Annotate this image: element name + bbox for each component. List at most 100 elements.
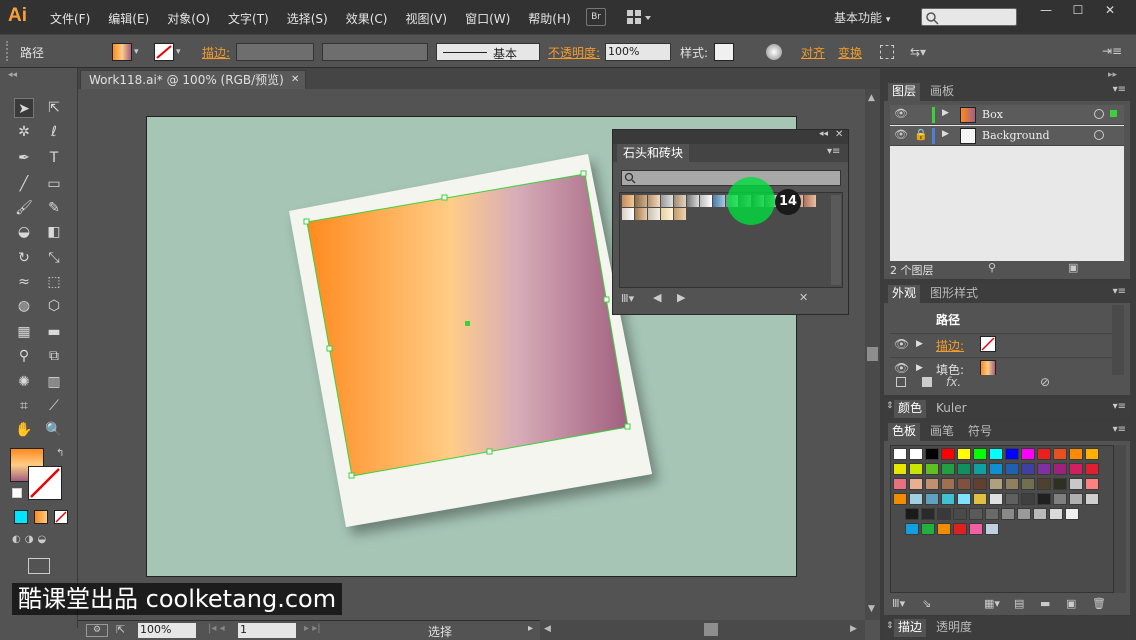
add-fill-icon[interactable] — [922, 377, 932, 387]
lock-icon[interactable]: 🔒 — [914, 128, 928, 141]
swatch-cell[interactable] — [973, 493, 987, 505]
swatch-cell[interactable] — [1085, 463, 1099, 475]
tab-graphic-styles[interactable]: 图形样式 — [926, 285, 982, 303]
panel-options-icon[interactable]: ⇕ — [886, 621, 894, 631]
swatch-cell[interactable] — [1005, 463, 1019, 475]
swatch-grid-scrollbar[interactable] — [831, 195, 841, 285]
swatch-cell[interactable] — [953, 508, 967, 520]
clear-appearance-icon[interactable]: ⊘ — [1040, 375, 1050, 389]
swatch-cell[interactable] — [969, 523, 983, 535]
swatch-cell[interactable] — [989, 448, 1003, 460]
appearance-scrollbar[interactable] — [1112, 305, 1124, 375]
collapse-panel-icon[interactable]: ◂◂ — [819, 129, 828, 139]
swatch-cell[interactable] — [957, 478, 971, 490]
fill-swatch[interactable] — [980, 360, 996, 376]
visibility-eye-icon[interactable]: 👁 — [894, 337, 909, 351]
swatch-cell[interactable] — [973, 478, 987, 490]
status-menu-icon[interactable]: ▸ — [528, 623, 533, 634]
vertical-scroll-thumb[interactable] — [867, 347, 878, 361]
swatch-cell[interactable] — [957, 448, 971, 460]
layer-name[interactable]: Background — [982, 129, 1050, 142]
visibility-eye-icon[interactable]: 👁 — [894, 361, 909, 375]
tab-swatches[interactable]: 色板 — [888, 423, 921, 441]
swatch-library-menu-icon[interactable]: Ⅲ▾ — [892, 597, 905, 610]
swatch-cell[interactable] — [925, 478, 939, 490]
tab-appearance[interactable]: 外观 — [888, 285, 921, 303]
swatch-cell[interactable] — [1037, 463, 1051, 475]
swatch-cell[interactable] — [925, 448, 939, 460]
swatch-cell[interactable] — [1053, 478, 1067, 490]
swatch-cell[interactable] — [989, 493, 1003, 505]
panel-menu-icon[interactable]: ▾≡ — [1113, 84, 1126, 95]
stroke-attribute-label[interactable]: 描边: — [936, 337, 964, 354]
tab-color[interactable]: 颜色 — [894, 400, 927, 418]
expand-arrow-icon[interactable]: ▶ — [942, 129, 949, 139]
swatch-cell[interactable] — [941, 463, 955, 475]
show-kinds-icon[interactable]: ▦▾ — [984, 597, 1000, 610]
appearance-row-stroke[interactable]: 👁 ▶ 描边: — [890, 333, 1112, 355]
swatch-cell[interactable] — [989, 478, 1003, 490]
visibility-eye-icon[interactable]: 👁 — [894, 128, 908, 141]
scroll-up-icon[interactable]: ▲ — [868, 93, 875, 103]
swatch-cell[interactable] — [921, 508, 935, 520]
swatch-cell[interactable] — [905, 508, 919, 520]
swatch-cell[interactable] — [1085, 493, 1099, 505]
add-stroke-icon[interactable] — [896, 377, 906, 387]
new-color-group-icon[interactable]: ▬ — [1040, 597, 1050, 610]
swatch-cell[interactable] — [985, 523, 999, 535]
close-panel-icon[interactable]: ✕ — [835, 129, 843, 140]
tab-transparency[interactable]: 透明度 — [932, 619, 976, 637]
scroll-right-icon[interactable]: ▶ — [850, 624, 857, 634]
swatch-cell[interactable] — [893, 463, 907, 475]
swatch[interactable] — [661, 208, 673, 220]
page-select[interactable]: 1 — [238, 623, 296, 638]
next-library-icon[interactable]: ▶ — [677, 291, 685, 304]
swatch-cell[interactable] — [905, 523, 919, 535]
swatch[interactable] — [661, 195, 673, 207]
swatch-cell[interactable] — [1005, 493, 1019, 505]
swatch-cell[interactable] — [957, 463, 971, 475]
swatch[interactable] — [674, 195, 686, 207]
swatch[interactable] — [700, 195, 712, 207]
swatch-cell[interactable] — [941, 493, 955, 505]
add-effect-icon[interactable]: fx. — [946, 375, 961, 389]
horizontal-scrollbar[interactable]: ◀ ▶ — [540, 620, 865, 640]
swatch-cell[interactable] — [909, 463, 923, 475]
horizontal-scroll-thumb[interactable] — [704, 623, 718, 636]
stroke-swatch[interactable] — [980, 336, 996, 352]
swatch[interactable] — [687, 195, 699, 207]
place-swatch-icon[interactable]: ⇘ — [922, 597, 931, 610]
swatch-cell[interactable] — [1033, 508, 1047, 520]
expand-arrow-icon[interactable]: ▶ — [916, 363, 923, 373]
vertical-scrollbar[interactable]: ▲ ▼ — [865, 89, 880, 620]
panel-menu-icon[interactable]: ▾≡ — [1113, 401, 1126, 412]
panel-options-icon[interactable]: ⇕ — [886, 401, 894, 411]
swatch-cell[interactable] — [909, 493, 923, 505]
swatch-cell[interactable] — [1017, 508, 1031, 520]
swatch-cell[interactable] — [909, 478, 923, 490]
swatch-cell[interactable] — [969, 508, 983, 520]
swatch-cell[interactable] — [1069, 478, 1083, 490]
swatch-cell[interactable] — [893, 478, 907, 490]
swatch-cell[interactable] — [1005, 478, 1019, 490]
swatch-cell[interactable] — [1021, 478, 1035, 490]
unlink-icon[interactable]: ✕ — [799, 291, 808, 304]
swatches-scrollbar[interactable] — [1114, 445, 1126, 593]
swatch-cell[interactable] — [1069, 463, 1083, 475]
expand-arrow-icon[interactable]: ▶ — [916, 339, 923, 349]
swatch-cell[interactable] — [1005, 448, 1019, 460]
swatch[interactable] — [622, 195, 634, 207]
tab-brushes[interactable]: 画笔 — [926, 423, 958, 441]
target-circle-icon[interactable] — [1094, 130, 1104, 140]
library-menu-icon[interactable]: Ⅲ▾ — [621, 292, 634, 305]
swatch-cell[interactable] — [985, 508, 999, 520]
panel-menu-icon[interactable]: ▾≡ — [827, 146, 840, 157]
swatch-cell[interactable] — [1049, 508, 1063, 520]
swatch[interactable] — [648, 208, 660, 220]
swatch-cell[interactable] — [1069, 448, 1083, 460]
swatch[interactable] — [804, 195, 816, 207]
swatch[interactable] — [674, 208, 686, 220]
swatch-cell[interactable] — [989, 463, 1003, 475]
swatch[interactable] — [635, 208, 647, 220]
swatch-cell[interactable] — [1021, 448, 1035, 460]
